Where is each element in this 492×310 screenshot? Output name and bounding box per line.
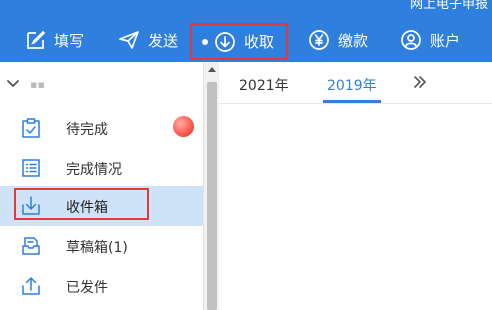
double-chevron-right-icon — [414, 76, 426, 88]
nav-pay-label: 缴款 — [338, 31, 369, 50]
sidebar-item-completion[interactable]: 完成情况 — [0, 148, 203, 188]
sidebar-item-label: 已发件 — [66, 280, 108, 296]
scrollbar-thumb[interactable] — [207, 82, 217, 310]
send-icon — [118, 29, 140, 51]
app-window: 网上电子申报 填写 发送 收取 缴款 账户 ▪▪ 待完成 完成情况 收件箱 草稿… — [0, 0, 492, 310]
account-name: ▪▪ — [30, 78, 45, 91]
tab-2019[interactable]: 2019年 — [327, 75, 377, 95]
account-header[interactable]: ▪▪ — [0, 72, 203, 94]
year-tabs: 2021年 2019年 — [219, 62, 492, 104]
clipboard-check-icon — [20, 117, 42, 143]
scroll-up-arrow-icon[interactable] — [208, 67, 216, 72]
chevron-down-icon[interactable] — [6, 75, 20, 94]
nav-fill-button[interactable]: 填写 — [24, 24, 84, 56]
content-panel: 2021年 2019年 — [219, 62, 492, 310]
user-icon — [400, 29, 422, 51]
upload-icon — [20, 275, 42, 301]
active-tab-underline — [323, 100, 381, 103]
nav-fill-label: 填写 — [54, 31, 85, 50]
notification-badge — [173, 116, 194, 137]
tab-2021[interactable]: 2021年 — [239, 75, 289, 95]
nav-account-label: 账户 — [430, 31, 461, 50]
top-nav-bar: 网上电子申报 填写 发送 收取 缴款 账户 — [0, 0, 492, 62]
nav-pay-button[interactable]: 缴款 — [308, 24, 368, 56]
sidebar-item-label: 待完成 — [66, 122, 108, 138]
tabs-more-button[interactable] — [412, 74, 428, 94]
download-circle-icon — [214, 31, 236, 53]
nav-receive-button[interactable]: 收取 — [190, 23, 288, 60]
yen-circle-icon — [308, 29, 330, 51]
drafts-icon — [20, 235, 42, 261]
app-title: 网上电子申报 — [409, 0, 488, 12]
highlight-box — [14, 188, 149, 220]
sidebar-item-sent[interactable]: 已发件 — [0, 266, 203, 306]
sidebar-item-label: 完成情况 — [66, 162, 122, 178]
sidebar-item-label: 草稿箱(1) — [66, 240, 128, 256]
nav-account-button[interactable]: 账户 — [400, 24, 460, 56]
active-indicator-dot — [202, 38, 208, 45]
edit-icon — [24, 29, 46, 51]
sidebar-scrollbar[interactable] — [203, 62, 219, 310]
sidebar-item-drafts[interactable]: 草稿箱(1) — [0, 226, 203, 266]
sidebar: ▪▪ 待完成 完成情况 收件箱 草稿箱(1) 已发件 — [0, 62, 203, 310]
nav-receive-label: 收取 — [244, 33, 275, 51]
nav-send-button[interactable]: 发送 — [118, 24, 178, 56]
list-icon — [20, 157, 42, 183]
nav-send-label: 发送 — [148, 31, 179, 50]
